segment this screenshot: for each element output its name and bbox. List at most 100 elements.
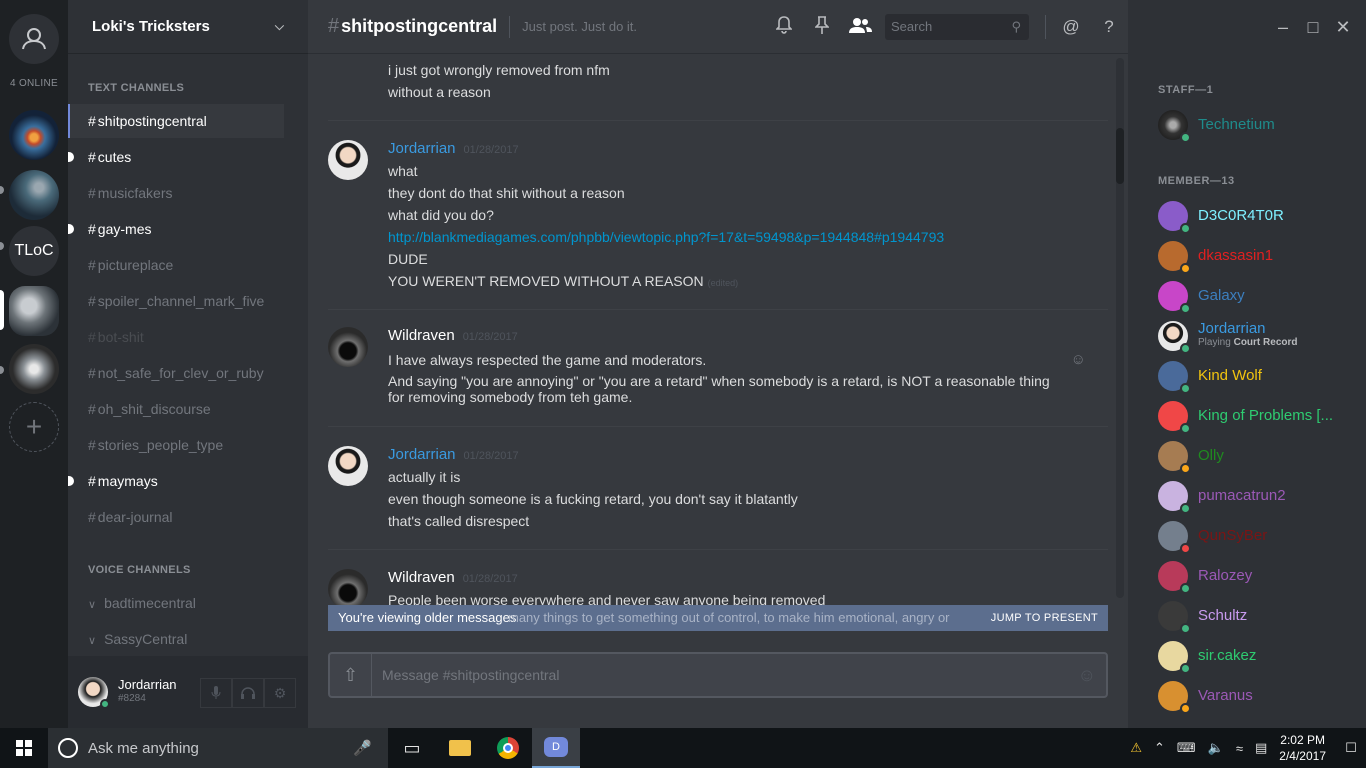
member-olly[interactable]: Olly (1158, 437, 1358, 477)
message-link[interactable]: http://blankmediagames.com/phpbb/viewtop… (388, 229, 944, 245)
message-line[interactable]: And saying "you are annoying" or "you ar… (388, 373, 1068, 405)
member-kind-wolf[interactable]: Kind Wolf (1158, 357, 1358, 397)
channel-stories[interactable]: # stories_people_type (68, 428, 284, 462)
member-qunsyber[interactable]: QunSyBer (1158, 517, 1358, 557)
voice-channel-badtimecentral[interactable]: ∨ badtimecentral (88, 595, 196, 611)
message-line[interactable]: DUDE (388, 250, 1068, 268)
close-button[interactable]: ✕ (1328, 17, 1358, 38)
member-varanus[interactable]: Varanus (1158, 677, 1358, 717)
member-king-of-problems[interactable]: King of Problems [... (1158, 397, 1358, 437)
scrollbar[interactable] (1116, 58, 1124, 598)
maximize-button[interactable]: □ (1298, 17, 1328, 38)
message-author[interactable]: Wildraven 01/28/2017 (388, 569, 518, 586)
message-line[interactable]: People been worse everywhere and never s… (388, 591, 1068, 606)
channel-shitpostingcentral[interactable]: # shitpostingcentral (68, 104, 284, 138)
avatar[interactable] (328, 140, 368, 180)
scrollbar-thumb[interactable] (1116, 128, 1124, 184)
server-icon-elf[interactable] (9, 170, 59, 220)
message-list[interactable]: i just got wrongly removed from nfm with… (328, 54, 1108, 606)
message-line[interactable]: without a reason (388, 83, 1068, 101)
server-icon-nebula[interactable] (9, 110, 59, 160)
message-line[interactable]: even though someone is a fucking retard,… (388, 490, 1068, 508)
notifications-button[interactable] (765, 15, 803, 39)
action-center-icon[interactable]: ▤ (1255, 740, 1267, 756)
member-schultz[interactable]: Schultz (1158, 597, 1358, 637)
voice-channel-sassycentral[interactable]: ∨ SassyCentral (88, 631, 187, 647)
message-author[interactable]: Wildraven 01/28/2017 (388, 327, 518, 344)
warning-icon[interactable]: ⚠ (1130, 740, 1142, 756)
member-d3c0r4t0r[interactable]: D3C0R4T0R (1158, 197, 1358, 237)
member-technetium[interactable]: Technetium (1158, 106, 1358, 146)
clock[interactable]: 2:02 PM 2/4/2017 (1279, 732, 1326, 764)
channel-topic[interactable]: Just post. Just do it. (522, 19, 637, 34)
server-icon-tloc[interactable]: TLoC (9, 226, 59, 276)
channel-dear-journal[interactable]: # dear-journal (68, 500, 284, 534)
channel-oh-shit-discourse[interactable]: # oh_shit_discourse (68, 392, 284, 426)
guild-header[interactable]: Loki's Tricksters ⌵ (68, 0, 308, 54)
avatar[interactable] (328, 327, 368, 367)
upload-button[interactable]: ⇧ (330, 654, 372, 696)
home-button[interactable] (9, 14, 59, 64)
deafen-button[interactable] (232, 678, 264, 708)
text-channels-category[interactable]: TEXT CHANNELS (88, 82, 184, 94)
microphone-icon[interactable]: 🎤 (353, 739, 372, 757)
add-server-button[interactable]: + (9, 402, 59, 452)
member-sir-cakez[interactable]: sir.cakez (1158, 637, 1358, 677)
keyboard-icon[interactable]: ⌨ (1177, 740, 1196, 756)
message-composer[interactable]: ⇧ Message #shitpostingcentral ☺ (328, 652, 1108, 698)
member-galaxy[interactable]: Galaxy (1158, 277, 1358, 317)
channel-spoiler[interactable]: # spoiler_channel_mark_five (68, 284, 284, 318)
message-author[interactable]: Jordarrian 01/28/2017 (388, 140, 519, 157)
message-line[interactable]: that's called disrespect (388, 512, 1068, 530)
avatar[interactable] (78, 677, 110, 709)
member-pumacatrun2[interactable]: pumacatrun2 (1158, 477, 1358, 517)
search-input[interactable]: Search ⚲ (885, 14, 1029, 40)
message-line[interactable]: what (388, 162, 1068, 180)
member-list-button[interactable] (841, 17, 879, 38)
voice-channels-category[interactable]: VOICE CHANNELS (88, 564, 191, 576)
file-explorer-button[interactable] (436, 728, 484, 768)
message-line[interactable]: actually it is (388, 468, 1068, 486)
start-button[interactable] (0, 728, 48, 768)
message-line[interactable]: what did you do? (388, 206, 1068, 224)
discord-taskbar-button[interactable]: D (532, 728, 580, 768)
message-line[interactable]: YOU WEREN'T REMOVED WITHOUT A REASON (edi… (388, 272, 1068, 292)
avatar[interactable] (328, 569, 368, 606)
jump-to-present-button[interactable]: JUMP TO PRESENT (991, 605, 1098, 631)
channel-bot-shit[interactable]: # bot-shit (68, 320, 284, 354)
channel-pictureplace[interactable]: # pictureplace (68, 248, 284, 282)
emoji-icon[interactable]: ☺ (1078, 665, 1096, 686)
channel-nsfcr[interactable]: # not_safe_for_clev_or_ruby (68, 356, 284, 390)
message-line[interactable]: they dont do that shit without a reason (388, 184, 1068, 202)
message-line[interactable]: i just got wrongly removed from nfm (388, 61, 1068, 79)
network-icon[interactable]: ≈ (1236, 741, 1243, 756)
member-dkassasin1[interactable]: dkassasin1 (1158, 237, 1358, 277)
mentions-button[interactable]: @ (1052, 17, 1090, 37)
server-icon-skull[interactable] (9, 344, 59, 394)
online-status-dot (1180, 583, 1191, 594)
chevron-up-icon[interactable]: ⌃ (1154, 740, 1165, 756)
mute-button[interactable] (200, 678, 232, 708)
user-settings-button[interactable]: ⚙ (264, 678, 296, 708)
notifications-button[interactable]: ☐ (1336, 740, 1366, 756)
server-icon-cats[interactable] (9, 286, 59, 336)
task-view-button[interactable]: ▭ (388, 728, 436, 768)
channel-gay-mes[interactable]: # gay-mes (68, 212, 284, 246)
minimize-button[interactable]: – (1268, 17, 1298, 38)
channel-maymays[interactable]: # maymays (68, 464, 284, 498)
cortana-search[interactable]: Ask me anything 🎤 (48, 728, 388, 768)
chrome-button[interactable] (484, 728, 532, 768)
channel-cutes[interactable]: # cutes (68, 140, 284, 174)
message-input[interactable]: Message #shitpostingcentral (382, 654, 559, 696)
pinned-messages-button[interactable] (803, 15, 841, 39)
help-button[interactable]: ? (1090, 17, 1128, 37)
member-ralozey[interactable]: Ralozey (1158, 557, 1358, 597)
message-line[interactable]: I have always respected the game and mod… (388, 351, 1068, 369)
message-text: YOU WEREN'T REMOVED WITHOUT A REASON (388, 273, 704, 289)
add-reaction-button[interactable]: ☺ (1071, 351, 1086, 368)
channel-musicfakers[interactable]: # musicfakers (68, 176, 284, 210)
member-jordarrian[interactable]: Jordarrian Playing Court Record (1158, 317, 1358, 357)
message-author[interactable]: Jordarrian 01/28/2017 (388, 446, 519, 463)
avatar[interactable] (328, 446, 368, 486)
volume-icon[interactable]: 🔈 (1208, 740, 1224, 756)
